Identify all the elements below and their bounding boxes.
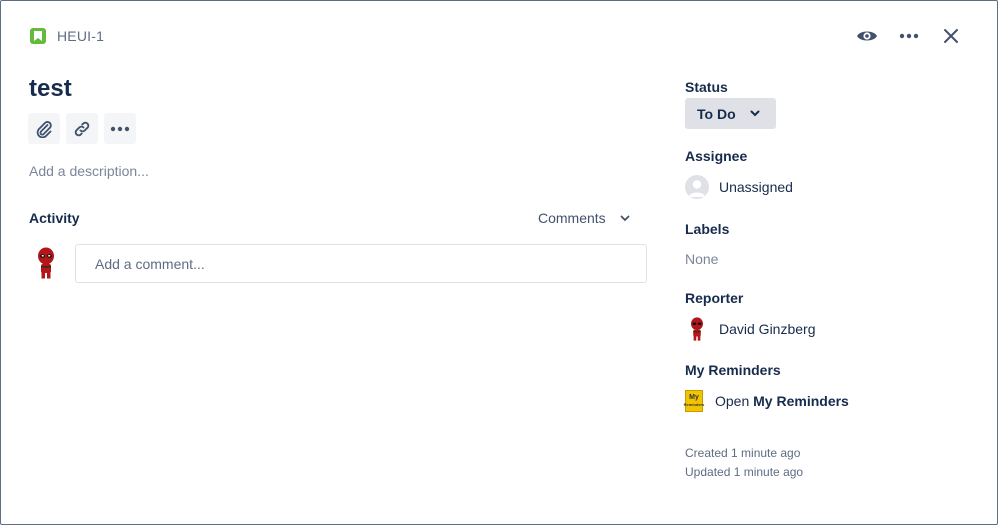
reminders-icon-text-top: My (689, 394, 699, 401)
chevron-down-icon (750, 110, 760, 117)
status-label: Status (685, 79, 728, 95)
status-dropdown[interactable]: To Do (685, 98, 776, 129)
close-icon (944, 29, 958, 43)
story-icon (30, 28, 46, 44)
description-field[interactable]: Add a description... (29, 163, 149, 179)
issue-dialog: HEUI-1 test Add a description... Activit… (0, 0, 998, 525)
activity-heading: Activity (29, 210, 80, 226)
reminders-label: My Reminders (685, 362, 781, 378)
more-tools-button[interactable] (104, 113, 136, 144)
reminders-icon-text-bottom: Reminders (683, 402, 705, 407)
reporter-label: Reporter (685, 290, 744, 306)
attachment-icon (36, 120, 52, 138)
chevron-down-icon (620, 215, 630, 221)
more-icon (899, 33, 919, 39)
labels-value[interactable]: None (685, 251, 718, 267)
updated-timestamp: Updated 1 minute ago (685, 465, 804, 479)
activity-filter-dropdown[interactable]: Comments (538, 210, 630, 226)
issue-key[interactable]: HEUI-1 (57, 28, 104, 44)
reminders-prefix: Open (715, 393, 750, 409)
default-avatar-icon (685, 175, 709, 199)
reporter-field[interactable]: David Ginzberg (685, 317, 816, 341)
link-issue-button[interactable] (66, 113, 98, 144)
open-reminders-link[interactable]: My Reminders Open My Reminders (683, 390, 849, 412)
attach-button[interactable] (28, 113, 60, 144)
assignee-label: Assignee (685, 148, 748, 164)
watch-button[interactable] (851, 23, 883, 49)
header-actions (851, 23, 967, 49)
issue-breadcrumb[interactable]: HEUI-1 (30, 28, 104, 44)
eye-icon (857, 31, 877, 41)
activity-filter-label: Comments (538, 210, 606, 226)
avatar (38, 247, 54, 279)
reminders-link-text: Open My Reminders (715, 393, 849, 409)
comment-placeholder: Add a comment... (95, 255, 205, 272)
assignee-value: Unassigned (719, 179, 793, 195)
labels-label: Labels (685, 221, 730, 237)
assignee-field[interactable]: Unassigned (685, 175, 793, 199)
reminders-icon: My Reminders (683, 390, 705, 412)
status-value: To Do (697, 105, 736, 122)
issue-title[interactable]: test (29, 75, 72, 103)
more-actions-button[interactable] (893, 23, 925, 49)
reminders-link: My Reminders (753, 393, 849, 409)
close-button[interactable] (935, 23, 967, 49)
created-timestamp: Created 1 minute ago (685, 446, 801, 460)
reporter-value: David Ginzberg (719, 321, 816, 337)
link-icon (74, 121, 90, 136)
more-icon (110, 126, 130, 131)
comment-input[interactable]: Add a comment... (75, 244, 647, 283)
issue-toolbar (28, 113, 136, 144)
avatar (691, 317, 703, 341)
